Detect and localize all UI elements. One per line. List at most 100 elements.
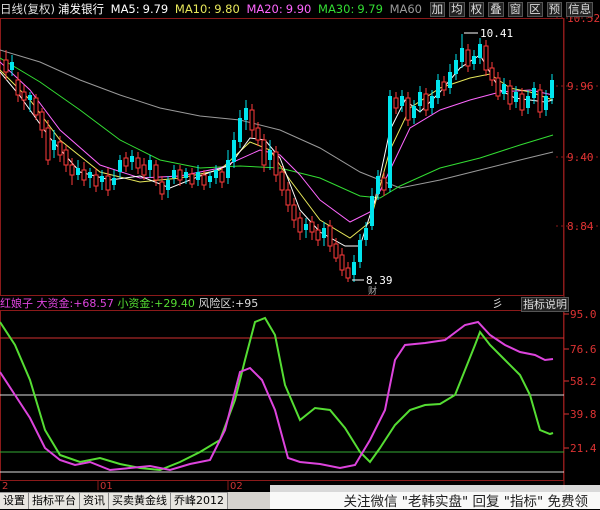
ma5-value: 9.79 (143, 2, 169, 16)
toolbar-button-rights[interactable]: 权 (469, 2, 485, 17)
ma60-label: MA60 (390, 2, 422, 16)
candle-body (514, 92, 518, 102)
small-fund-label: 小资金: (117, 297, 154, 310)
indicator-axis: 95.0 76.6 58.2 39.8 21.4 (570, 308, 597, 455)
candle-body (478, 44, 482, 58)
toolbar-button-avg[interactable]: 均 (449, 2, 465, 17)
ma10-value: 9.80 (214, 2, 240, 16)
candle-body (238, 118, 242, 142)
candle-body (340, 255, 344, 270)
candle-body (208, 176, 212, 182)
candle-body (418, 92, 422, 106)
candle-body (508, 86, 512, 104)
toolbar-button-overlay[interactable]: 叠 (488, 2, 504, 17)
indicator-header: 红娘子 大资金:+68.57 小资金:+29.40 风险区:+95 彡 指标说明 (0, 296, 600, 311)
indicator-explain-button[interactable]: 指标说明 (521, 297, 569, 312)
candle-body (316, 230, 320, 240)
small-fund-value: +29.40 (154, 297, 195, 310)
indicator-tick: 76.6 (570, 343, 597, 356)
low-label: 8.39 (366, 274, 393, 287)
candle-body (244, 108, 248, 120)
toolbar-button-alert[interactable]: 预 (547, 2, 563, 17)
candle-body (196, 172, 200, 180)
candle-body (472, 56, 476, 64)
toolbar-button-window[interactable]: 窗 (508, 2, 524, 17)
toolbar-button-info[interactable]: 信息 (566, 2, 593, 17)
candle-body (436, 80, 440, 98)
candle-body (496, 78, 500, 96)
candle-body (124, 158, 128, 166)
candle-body (346, 268, 350, 278)
candle-body (526, 96, 530, 108)
ma20-value: 9.90 (286, 2, 312, 16)
candle-body (214, 170, 218, 178)
candle-body (334, 244, 338, 258)
candle-body (310, 222, 314, 232)
big-fund-line (0, 318, 553, 470)
tab-qiaofeng[interactable]: 乔峰2012 (171, 492, 228, 509)
date-label: 02 (230, 481, 243, 492)
candle-body (4, 60, 8, 72)
candle-body (532, 88, 536, 98)
candle-body (136, 158, 140, 168)
candle-body (250, 110, 254, 130)
candle-body (22, 92, 26, 100)
candle-body (112, 178, 116, 185)
big-fund-label: 大资金: (37, 297, 74, 310)
candle-body (154, 165, 158, 180)
candle-body (256, 128, 260, 140)
candle-body (370, 196, 374, 226)
high-label: 10.41 (480, 27, 513, 40)
ma20-label: MA20: (246, 2, 282, 16)
candle-body (382, 178, 386, 190)
price-tick: 9.40 (567, 151, 594, 164)
candle-body (442, 82, 446, 90)
date-label: 2 (2, 481, 8, 492)
ma5-label: MA5: (111, 2, 140, 16)
candle-body (70, 165, 74, 175)
candle-body (322, 228, 326, 238)
stock-name: 浦发银行 (58, 2, 104, 16)
candle-body (394, 98, 398, 108)
candle-body (130, 156, 134, 162)
candle-body (460, 48, 464, 62)
candle-body (466, 50, 470, 66)
toolbar-button-range[interactable]: 区 (527, 2, 543, 17)
tab-settings[interactable]: 设置 (0, 492, 29, 509)
candle-body (34, 98, 38, 115)
candle-body (298, 218, 302, 232)
candle-body (226, 160, 230, 178)
price-axis-grid (556, 18, 600, 226)
period-label[interactable]: 日线(复权) (0, 2, 55, 16)
candle-body (484, 46, 488, 70)
candle-body (76, 168, 80, 175)
candle-body (88, 172, 92, 178)
candle-body (190, 174, 194, 184)
tab-indicator-platform[interactable]: 指标平台 (29, 492, 80, 509)
candle-body (100, 176, 104, 182)
candle-body (292, 205, 296, 220)
candle-body (328, 226, 332, 246)
high-annotation: 10.41 (464, 27, 513, 40)
candle-body (280, 172, 284, 190)
candle-body (178, 170, 182, 180)
candle-body (454, 60, 458, 74)
chart-canvas[interactable]: 10.52 9.96 9.40 8.84 10.41 8.39 财 95.0 7… (0, 0, 600, 509)
toolbar-button-add[interactable]: 加 (430, 2, 446, 17)
candle-body (64, 150, 68, 165)
tab-news[interactable]: 资讯 (80, 492, 109, 509)
date-label: 01 (100, 481, 113, 492)
ma30-label: MA30: (318, 2, 354, 16)
indicator-settings-icon[interactable]: 彡 (492, 296, 503, 311)
indicator-axis-marks (564, 314, 569, 448)
indicator-tick: 39.8 (570, 408, 597, 421)
candle-body (364, 228, 368, 240)
indicator-name[interactable]: 红娘子 (0, 297, 33, 310)
candle-body (304, 224, 308, 230)
indicator-tick: 58.2 (570, 375, 597, 388)
tab-golden-line[interactable]: 买卖黄金线 (109, 492, 171, 509)
candle-body (10, 62, 14, 70)
risk-value: +95 (235, 297, 258, 310)
ma30-value: 9.79 (357, 2, 383, 16)
candle-body (274, 152, 278, 175)
